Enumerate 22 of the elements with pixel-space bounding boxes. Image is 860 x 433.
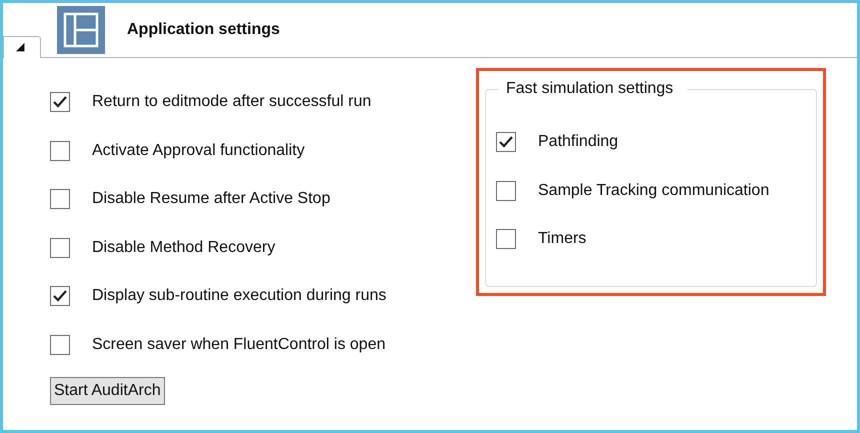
window-layout-icon <box>57 6 105 54</box>
window-title: Application settings <box>127 20 280 40</box>
checkbox-label: Display sub-routine execution during runs <box>92 286 386 306</box>
checkbox[interactable] <box>496 132 516 152</box>
checkbox-label: Disable Resume after Active Stop <box>92 189 330 210</box>
collapse-tab[interactable]: ◢ <box>3 36 41 58</box>
checkbox[interactable] <box>496 180 516 201</box>
checkbox-label: Return to editmode after successful run <box>92 92 372 112</box>
checkbox-label: Pathfinding <box>538 132 618 152</box>
checkbox[interactable] <box>50 334 70 355</box>
checkbox-label: Sample Tracking communication <box>538 180 770 201</box>
checkbox[interactable] <box>496 229 516 250</box>
checkbox-label: Disable Method Recovery <box>92 238 276 258</box>
checkbox-label: Timers <box>538 229 586 250</box>
checkbox[interactable] <box>50 92 70 112</box>
checkbox[interactable] <box>50 140 70 161</box>
checkbox-label: Screen saver when FluentControl is open <box>92 334 386 355</box>
checkbox-label: Activate Approval functionality <box>92 140 305 161</box>
checkbox[interactable] <box>50 286 70 306</box>
checkbox[interactable] <box>50 238 70 258</box>
start-auditarch-button[interactable]: Start AuditArch <box>50 377 165 405</box>
checkbox[interactable] <box>50 189 70 210</box>
